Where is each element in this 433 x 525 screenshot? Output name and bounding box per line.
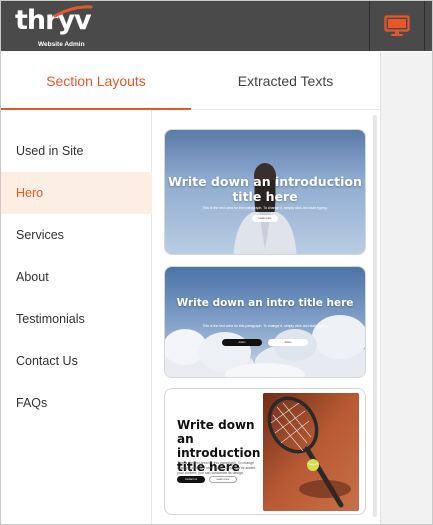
website-admin-window: thryv Website Admin Section Layouts Extr… bbox=[0, 0, 433, 525]
layout-primary-button: Action bbox=[222, 339, 262, 346]
sidebar-item-faqs[interactable]: FAQs bbox=[1, 382, 152, 424]
layout-secondary-button: Action bbox=[268, 339, 308, 346]
thryv-logo[interactable]: thryv Website Admin bbox=[13, 5, 103, 48]
top-header: thryv Website Admin bbox=[1, 1, 432, 51]
layout-cta-button: Learn more bbox=[252, 215, 278, 222]
tennis-racket-photo bbox=[263, 393, 359, 511]
hero-layout-card-1[interactable]: Write down an introduction title here Th… bbox=[164, 129, 366, 255]
monitor-icon bbox=[384, 15, 410, 36]
sidebar-item-contact-us[interactable]: Contact Us bbox=[1, 340, 152, 382]
hero-layout-card-3[interactable]: Write down an introduction title here Th… bbox=[164, 388, 366, 515]
sidebar-item-about[interactable]: About bbox=[1, 256, 152, 298]
logo-subtitle: Website Admin bbox=[38, 41, 85, 48]
tab-extracted-texts[interactable]: Extracted Texts bbox=[191, 52, 380, 110]
sidebar-item-used-in-site[interactable]: Used in Site bbox=[1, 130, 152, 172]
layout-title: Write down an introduction title here bbox=[168, 174, 362, 204]
preview-area bbox=[380, 52, 432, 524]
layout-primary-button: Contact us bbox=[177, 476, 205, 483]
clouds-image bbox=[165, 315, 365, 377]
gallery-scrollbar[interactable] bbox=[373, 115, 377, 517]
sidebar-item-hero[interactable]: Hero bbox=[1, 172, 152, 214]
hero-layout-card-2[interactable]: Write down an intro title here This is t… bbox=[164, 266, 366, 378]
layout-subtitle: This is the text area for this paragraph… bbox=[202, 324, 328, 328]
preview-button[interactable] bbox=[369, 1, 425, 51]
tab-section-layouts[interactable]: Section Layouts bbox=[1, 52, 191, 110]
logo-swoosh-icon bbox=[53, 5, 93, 18]
layout-title: Write down an intro title here bbox=[176, 297, 354, 309]
sidebar-item-testimonials[interactable]: Testimonials bbox=[1, 298, 152, 340]
sidebar-item-services[interactable]: Services bbox=[1, 214, 152, 256]
layout-tabs: Section Layouts Extracted Texts bbox=[1, 52, 380, 110]
layout-subtitle: This is the text area for this paragraph… bbox=[177, 461, 256, 475]
layout-subtitle: This is the text area for this paragraph… bbox=[202, 206, 328, 210]
layout-secondary-button: Learn more bbox=[209, 476, 237, 483]
section-sidebar: Used in Site Hero Services About Testimo… bbox=[1, 110, 152, 524]
